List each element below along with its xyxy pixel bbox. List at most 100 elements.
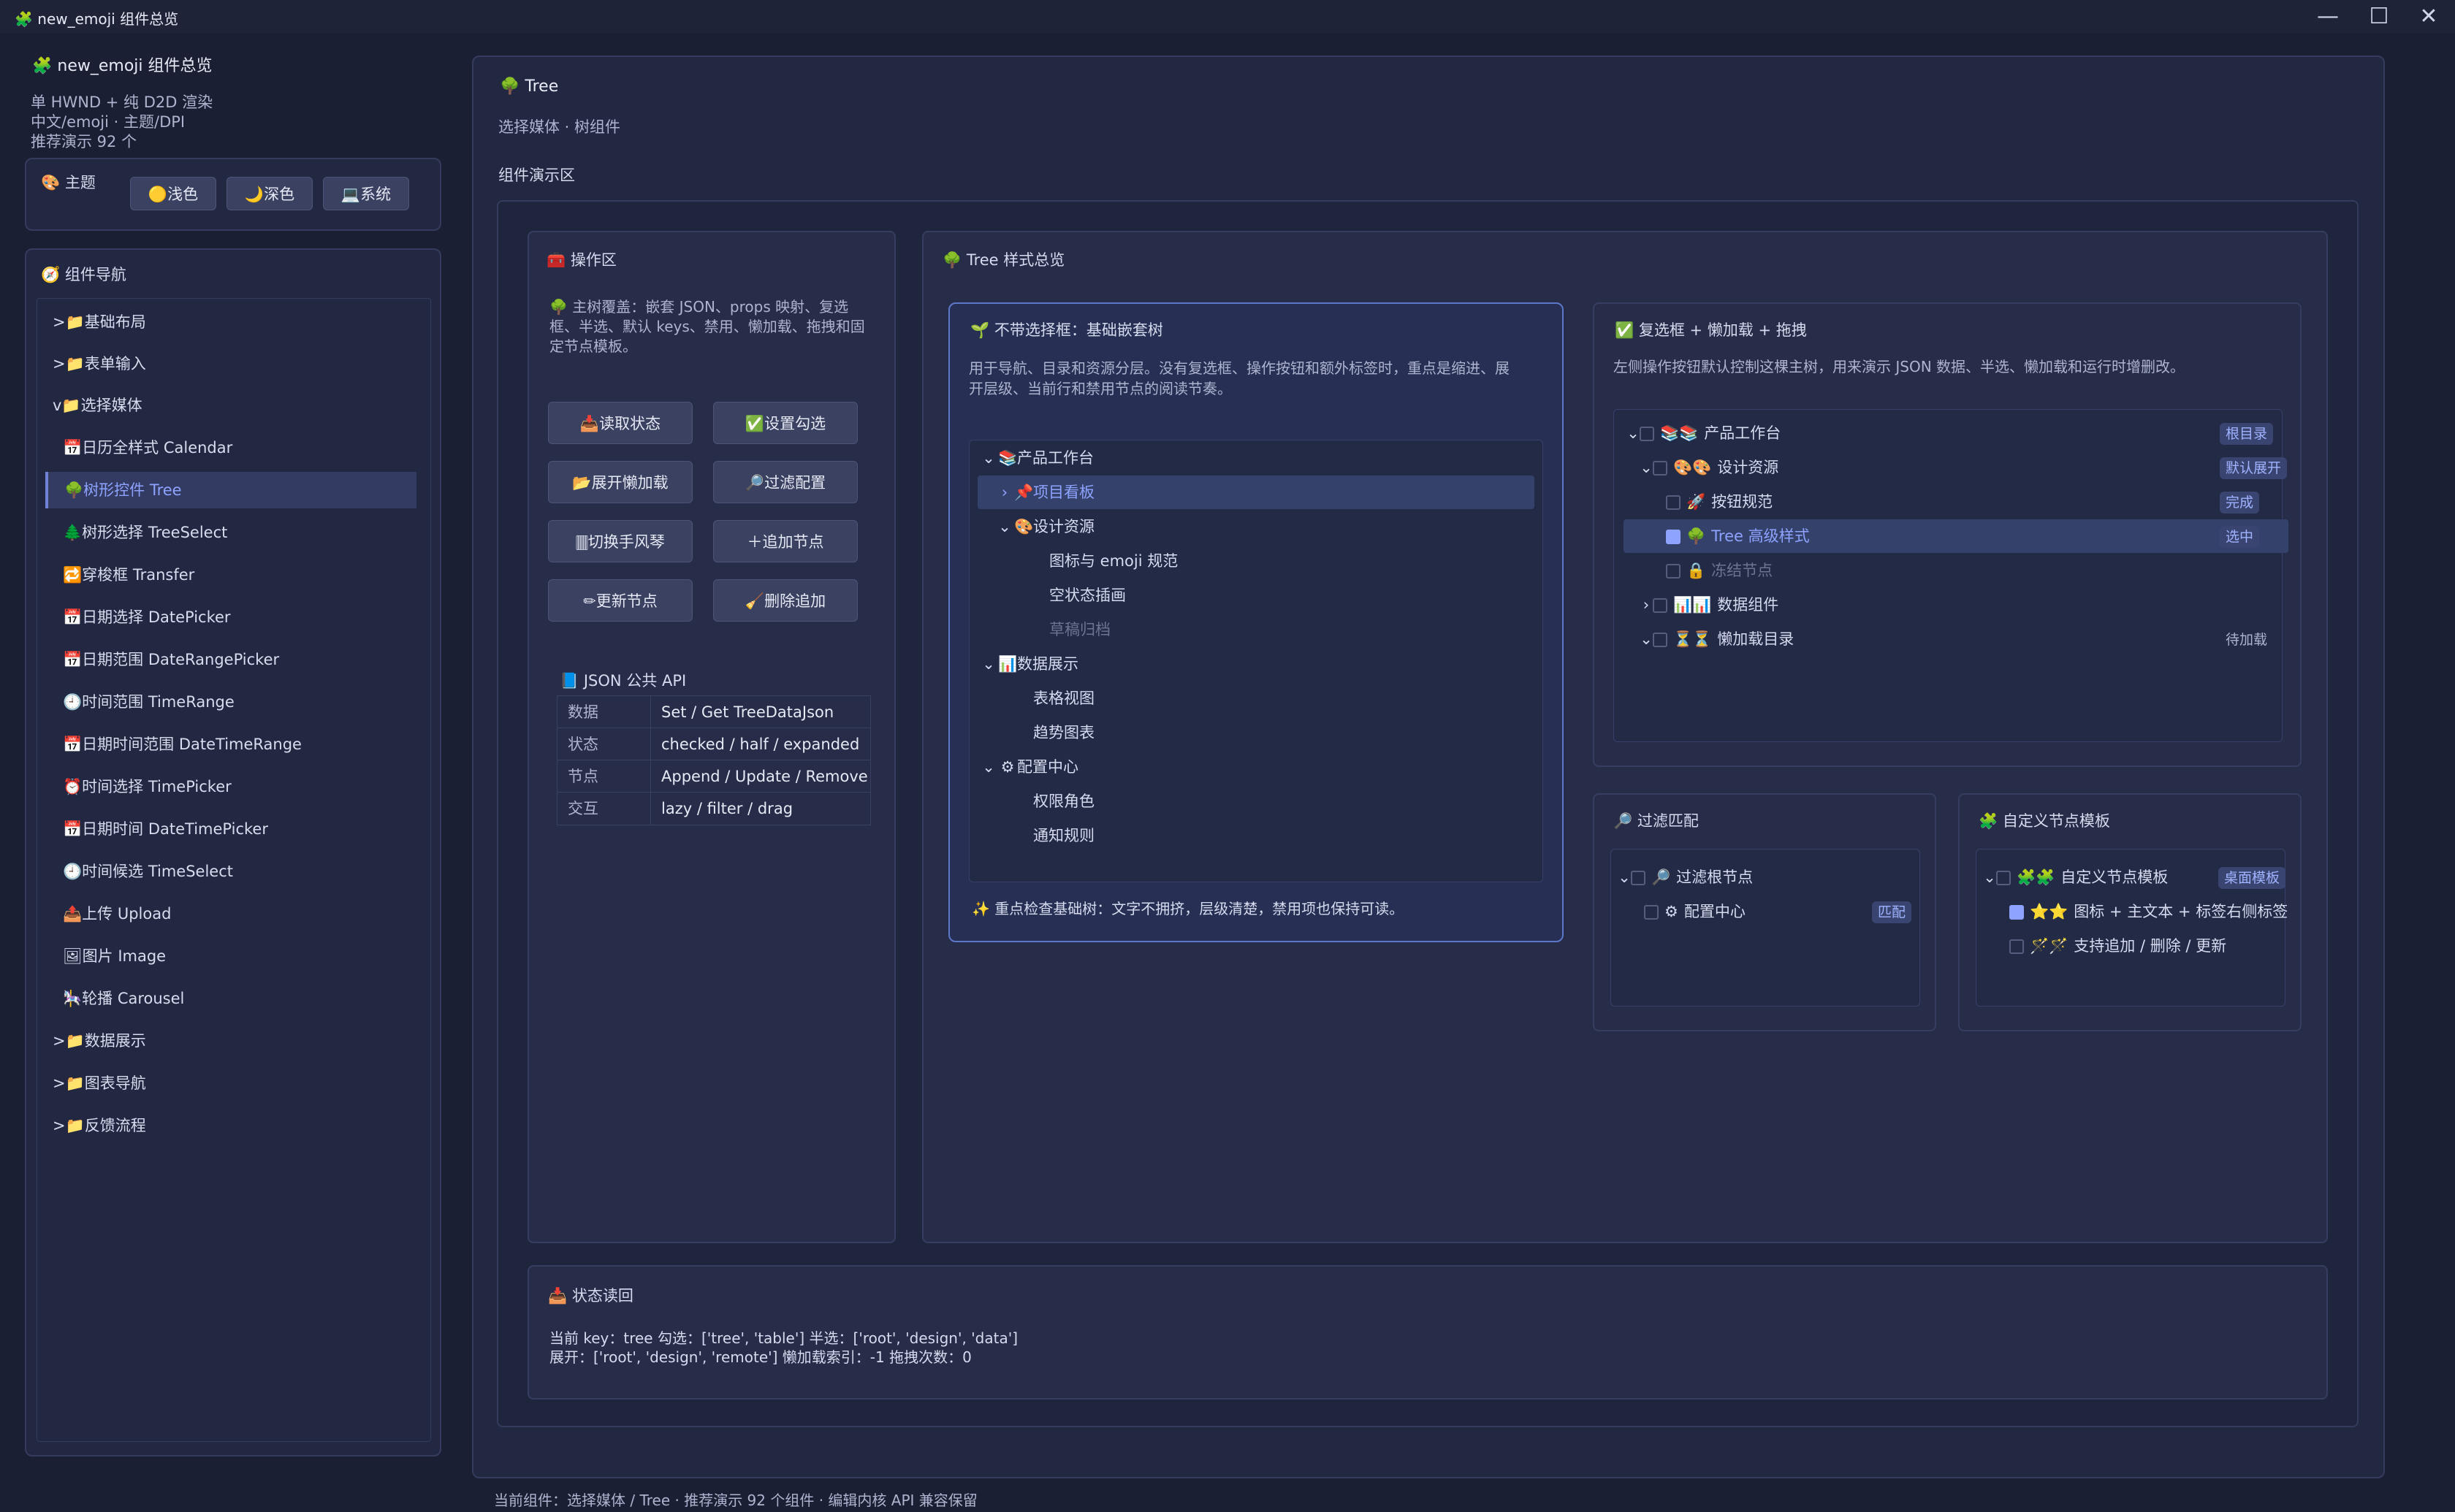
filter-title: 🔎 过滤匹配: [1613, 812, 1699, 830]
tree-node[interactable]: ⌄ 📚产品工作台: [979, 441, 1491, 475]
checkbox[interactable]: [1631, 871, 1645, 885]
sidebar-item[interactable]: 📅日期时间范围 DateTimeRange: [47, 726, 418, 763]
tree-node[interactable]: 🚀 按钮规范: [1653, 485, 2288, 519]
sidebar-item[interactable]: 🕘时间范围 TimeRange: [47, 684, 418, 720]
checkbox[interactable]: [2009, 939, 2024, 954]
node-tag: 默认展开: [2220, 457, 2288, 479]
tree-node[interactable]: ⌄ ⚙ 配置中心: [979, 750, 1491, 784]
update-node-button[interactable]: ✏更新节点: [548, 579, 693, 622]
node-label: 权限角色: [1033, 793, 1095, 810]
chevron-icon[interactable]: ⌄: [995, 510, 1014, 543]
tree-node[interactable]: 趋势图表: [995, 716, 1507, 749]
ops-title: 🧰 操作区: [547, 251, 617, 269]
chevron-icon[interactable]: ⌄: [1983, 860, 1996, 894]
chevron-icon[interactable]: ⌄: [1640, 622, 1653, 656]
filter-config-button[interactable]: 🔎过滤配置: [713, 461, 858, 503]
sidebar-item[interactable]: 🖼图片 Image: [47, 938, 418, 974]
node-label: 设计资源: [1717, 459, 1779, 476]
sidebar-item[interactable]: 🔁穿梭框 Transfer: [47, 557, 418, 593]
set-checked-button[interactable]: ✅设置勾选: [713, 402, 858, 444]
basic-tree-title: 🌱 不带选择框：基础嵌套树: [970, 321, 1163, 339]
chevron-icon[interactable]: ⌄: [1626, 416, 1640, 450]
maximize-button[interactable]: ☐: [2357, 3, 2401, 31]
tree-node[interactable]: 通知规则: [995, 819, 1507, 852]
tree-node[interactable]: › 📌项目看板: [978, 476, 1534, 509]
expand-lazy-button[interactable]: 📂展开懒加载: [548, 461, 693, 503]
sidebar-item-label: 🕘时间范围 TimeRange: [63, 693, 235, 711]
checkbox[interactable]: [1666, 564, 1681, 579]
node-icon: 📌: [1014, 484, 1034, 501]
sprout-icon: 🌱: [970, 321, 990, 339]
tree-node[interactable]: ⚙ 配置中心: [1631, 895, 1910, 928]
tree-node[interactable]: ⌄ 📊数据展示: [979, 647, 1491, 681]
sidebar-item[interactable]: 📤上传 Upload: [47, 896, 418, 932]
sidebar-item[interactable]: >📁反馈流程: [47, 1107, 418, 1144]
chevron-icon[interactable]: ⌄: [1618, 860, 1631, 894]
checkbox[interactable]: [1653, 598, 1667, 613]
node-tag: 根目录: [2220, 423, 2274, 445]
node-label: 配置中心: [1017, 758, 1078, 776]
tree-node[interactable]: 权限角色: [995, 784, 1507, 818]
tree-node[interactable]: 空状态插画: [1011, 579, 1523, 612]
sidebar-item[interactable]: ⏰时间选择 TimePicker: [47, 768, 418, 805]
chevron-icon[interactable]: ⌄: [979, 750, 998, 784]
minimize-button[interactable]: —: [2306, 3, 2350, 31]
magnifier-icon: 🔎: [1613, 812, 1633, 830]
sidebar-item[interactable]: >📁表单输入: [47, 345, 418, 382]
tree-node[interactable]: 🔒 冻结节点: [1653, 554, 2288, 587]
append-node-button[interactable]: ＋追加节点: [713, 520, 858, 562]
close-button[interactable]: ✕: [2407, 3, 2451, 31]
tree-node[interactable]: 🌳 Tree 高级样式: [1624, 519, 2288, 553]
tree-node[interactable]: ⌄ 📚📚 产品工作台: [1626, 416, 2288, 450]
tree-node[interactable]: 图标与 emoji 规范: [1011, 544, 1523, 578]
tree-node[interactable]: 🪄🪄 支持追加 / 删除 / 更新: [1996, 929, 2285, 963]
sidebar-item[interactable]: 🕘时间候选 TimeSelect: [47, 853, 418, 890]
sidebar-item[interactable]: v📁选择媒体: [47, 387, 418, 424]
tree-node[interactable]: ⌄ 🎨🎨 设计资源: [1640, 451, 2288, 484]
node-tag: 待加载: [2226, 632, 2268, 648]
tree-node[interactable]: ⌄ ⏳⏳ 懒加载目录: [1640, 622, 2288, 656]
chevron-icon[interactable]: ⌄: [979, 647, 998, 681]
sidebar-item[interactable]: 🎠轮播 Carousel: [47, 980, 418, 1017]
sidebar-item-label: 📅日期时间 DateTimePicker: [63, 820, 268, 838]
node-label: 自定义节点模板: [2060, 868, 2169, 886]
node-icon: ⏳⏳: [1673, 630, 1712, 648]
sidebar-item[interactable]: 📅日期范围 DateRangePicker: [47, 641, 418, 678]
tree-node[interactable]: › 📊📊 数据组件: [1640, 588, 2288, 622]
checkbox[interactable]: [1996, 871, 2011, 885]
chevron-icon[interactable]: ⌄: [1640, 451, 1653, 484]
theme-light-button[interactable]: 🟡浅色: [130, 177, 216, 210]
chevron-icon[interactable]: ›: [1640, 588, 1653, 622]
theme-system-button[interactable]: 💻系统: [323, 177, 409, 210]
checkbox[interactable]: [1644, 905, 1659, 920]
sidebar-item-label: 🎠轮播 Carousel: [63, 990, 185, 1007]
checkbox[interactable]: [2009, 905, 2024, 920]
checkbox[interactable]: [1653, 461, 1667, 476]
basic-tree-desc: 开层级、当前行和禁用节点的阅读节奏。: [969, 380, 1232, 397]
checkbox[interactable]: [1666, 530, 1681, 544]
checkbox[interactable]: [1666, 495, 1681, 510]
inbox-icon: 📥: [548, 1287, 568, 1305]
toggle-accordion-button[interactable]: 🀫切换手风琴: [548, 520, 693, 562]
chevron-icon[interactable]: ⌄: [979, 441, 998, 475]
read-state-button[interactable]: 📥读取状态: [548, 402, 693, 444]
sidebar-item-label: >📁表单输入: [53, 355, 146, 373]
tree-node[interactable]: 表格视图: [995, 681, 1507, 715]
sidebar-item[interactable]: 📅日历全样式 Calendar: [47, 429, 418, 466]
tree-node[interactable]: ⭐⭐ 图标 + 主文本 + 标签右侧标签: [1996, 895, 2288, 928]
sidebar-item[interactable]: >📁基础布局: [47, 304, 418, 340]
tree-node[interactable]: 草稿归档: [1011, 613, 1523, 646]
sidebar-item[interactable]: >📁数据展示: [47, 1023, 418, 1059]
sidebar-item[interactable]: 🌲树形选择 TreeSelect: [47, 514, 418, 551]
sidebar-item[interactable]: >📁图表导航: [47, 1065, 418, 1101]
sidebar-item[interactable]: 🌳树形控件 Tree: [45, 472, 416, 508]
sidebar-item[interactable]: 📅日期选择 DatePicker: [47, 599, 418, 635]
tree-node[interactable]: ⌄ 🔎 过滤根节点: [1618, 860, 1910, 894]
delete-appended-button[interactable]: 🧹删除追加: [713, 579, 858, 622]
tree-node[interactable]: ⌄ 🎨设计资源: [995, 510, 1507, 543]
checkbox[interactable]: [1653, 633, 1667, 647]
sidebar-item[interactable]: 📅日期时间 DateTimePicker: [47, 811, 418, 847]
chevron-icon[interactable]: ›: [995, 476, 1014, 509]
theme-dark-button[interactable]: 🌙深色: [227, 177, 313, 210]
checkbox[interactable]: [1640, 427, 1654, 441]
